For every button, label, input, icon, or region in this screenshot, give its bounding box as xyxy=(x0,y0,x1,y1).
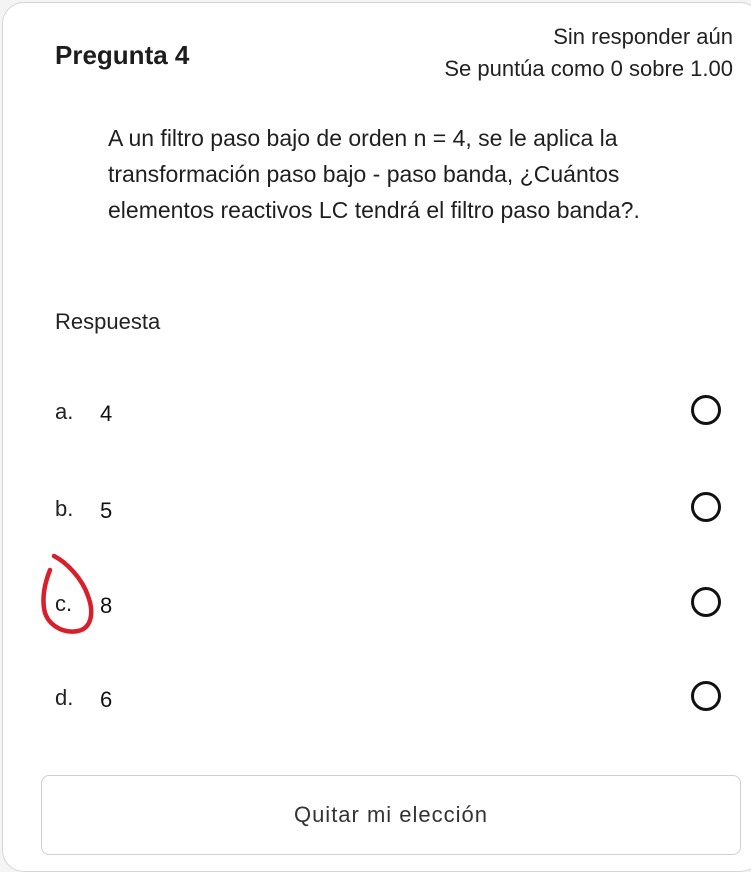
question-text: A un filtro paso bajo de orden n = 4, se… xyxy=(108,125,640,223)
radio-button-b[interactable] xyxy=(691,492,721,522)
option-a[interactable]: a. 4 xyxy=(3,391,751,439)
option-text: 8 xyxy=(100,593,113,618)
option-c[interactable]: c. 8 xyxy=(3,583,751,631)
grade-text: Se puntúa como 0 sobre 1.00 xyxy=(444,56,733,81)
option-text: 4 xyxy=(100,401,113,426)
clear-choice-button[interactable]: Quitar mi elección xyxy=(41,775,741,855)
radio-button-d[interactable] xyxy=(691,681,721,711)
option-d[interactable]: d. 6 xyxy=(3,677,751,725)
clear-choice-label: Quitar mi elección xyxy=(293,802,489,827)
option-letter: b. xyxy=(55,496,74,521)
option-letter: a. xyxy=(55,399,74,424)
option-letter: d. xyxy=(55,685,74,710)
option-text: 5 xyxy=(100,498,113,523)
radio-button-a[interactable] xyxy=(691,395,721,425)
question-title: Pregunta 4 xyxy=(55,40,190,70)
option-text: 6 xyxy=(100,687,113,712)
status-text: Sin responder aún xyxy=(553,24,733,49)
option-b[interactable]: b. 5 xyxy=(3,488,751,536)
question-card: Pregunta 4 Sin responder aún Se puntúa c… xyxy=(2,2,751,872)
answer-label: Respuesta xyxy=(55,309,161,334)
option-letter: c. xyxy=(55,591,73,616)
question-info: Sin responder aún Se puntúa como 0 sobre… xyxy=(444,21,733,85)
radio-button-c[interactable] xyxy=(691,587,721,617)
